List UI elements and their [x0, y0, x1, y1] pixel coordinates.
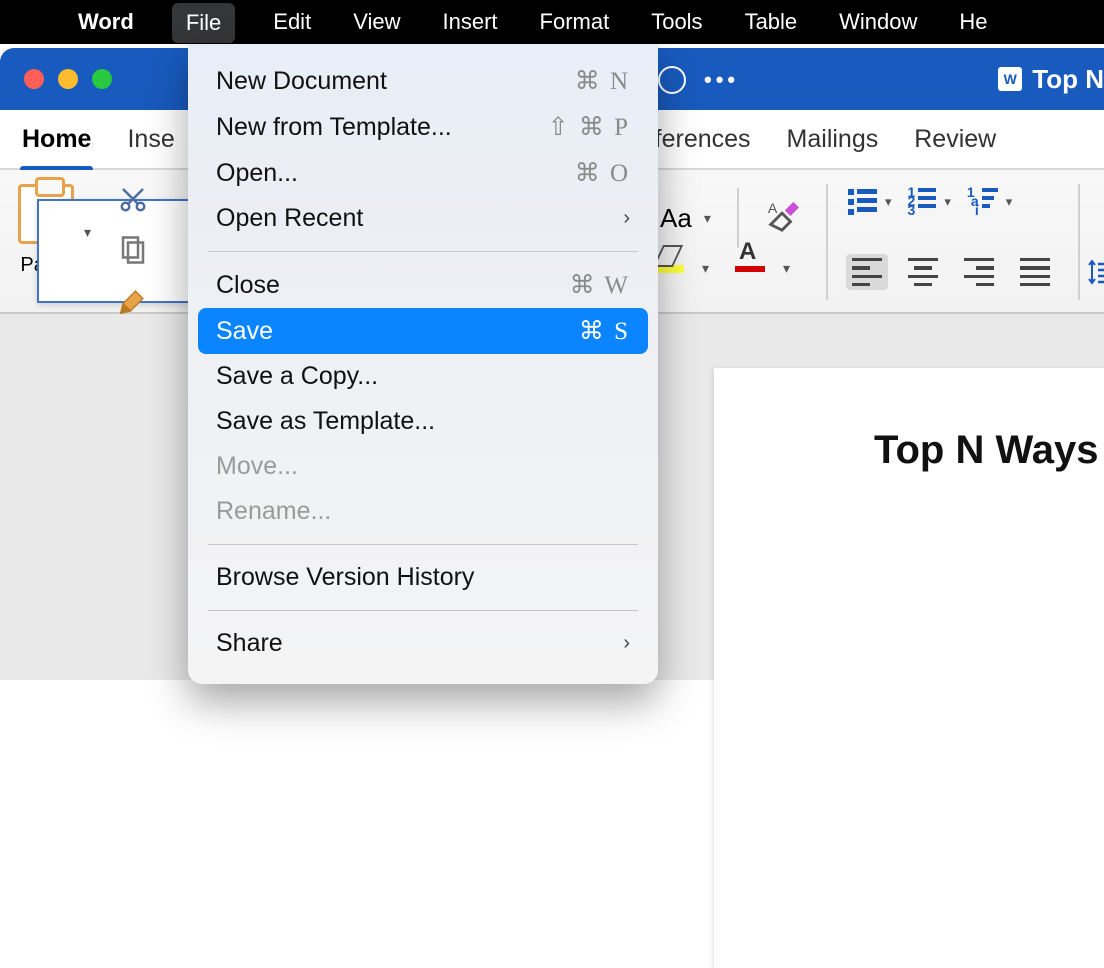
- menu-separator: [208, 251, 638, 252]
- tab-home[interactable]: Home: [22, 125, 91, 154]
- menu-item-save[interactable]: Save ⌘ S: [198, 308, 648, 354]
- svg-text:A: A: [768, 201, 778, 217]
- copy-icon[interactable]: [118, 235, 148, 270]
- paste-button[interactable]: ▾ Paste: [18, 184, 74, 277]
- menu-item-open-recent[interactable]: Open Recent ›: [188, 196, 658, 241]
- window-controls: [24, 69, 112, 89]
- tab-review[interactable]: Review: [914, 125, 996, 154]
- word-file-icon: W: [998, 67, 1022, 91]
- menu-item-move: Move...: [188, 444, 658, 489]
- line-spacing-button[interactable]: [1088, 258, 1104, 291]
- more-options-icon[interactable]: •••: [704, 67, 739, 93]
- chevron-down-icon[interactable]: ▾: [1006, 194, 1013, 210]
- numbered-list-button[interactable]: 123: [908, 188, 937, 215]
- menu-item-save-as-template[interactable]: Save as Template...: [188, 399, 658, 444]
- align-center-button[interactable]: [902, 254, 944, 290]
- menu-help-partial[interactable]: He: [955, 0, 991, 44]
- menu-item-save-a-copy[interactable]: Save a Copy...: [188, 354, 658, 399]
- minimize-window-button[interactable]: [58, 69, 78, 89]
- menu-table[interactable]: Table: [741, 0, 802, 44]
- separator: [826, 184, 828, 300]
- menu-format[interactable]: Format: [536, 0, 614, 44]
- autosave-icon[interactable]: [658, 66, 686, 94]
- cut-icon[interactable]: [118, 184, 148, 219]
- separator: [1078, 184, 1080, 300]
- maximize-window-button[interactable]: [92, 69, 112, 89]
- menu-item-rename: Rename...: [188, 489, 658, 534]
- file-menu-dropdown: New Document ⌘ N New from Template... ⇧ …: [188, 44, 658, 684]
- clipboard-icon: [18, 184, 74, 244]
- macos-menubar: Word File Edit View Insert Format Tools …: [0, 0, 1104, 44]
- chevron-down-icon[interactable]: ▾: [944, 194, 951, 210]
- menu-item-close[interactable]: Close ⌘ W: [188, 262, 658, 308]
- document-heading: Top N Ways to Fix: [874, 428, 1104, 473]
- chevron-right-icon: ›: [623, 632, 630, 655]
- close-window-button[interactable]: [24, 69, 44, 89]
- chevron-right-icon: ›: [623, 207, 630, 230]
- tab-mailings[interactable]: Mailings: [787, 125, 879, 154]
- menu-insert[interactable]: Insert: [438, 0, 501, 44]
- menu-separator: [208, 544, 638, 545]
- highlight-color-button[interactable]: [654, 265, 684, 273]
- menu-tools[interactable]: Tools: [647, 0, 706, 44]
- font-color-button[interactable]: [735, 266, 765, 272]
- chevron-down-icon[interactable]: ▾: [702, 260, 709, 277]
- menu-view[interactable]: View: [349, 0, 404, 44]
- clear-formatting-icon[interactable]: A: [765, 199, 799, 238]
- bullet-list-button[interactable]: [848, 189, 877, 215]
- menu-item-new-from-template[interactable]: New from Template... ⇧ ⌘ P: [188, 104, 658, 150]
- menu-file[interactable]: File: [172, 3, 235, 43]
- menu-item-new-document[interactable]: New Document ⌘ N: [188, 58, 658, 104]
- document-title: Top N: [1032, 64, 1104, 95]
- tab-insert-partial[interactable]: Inse: [127, 125, 174, 154]
- chevron-down-icon[interactable]: ▾: [885, 194, 892, 210]
- menu-window[interactable]: Window: [835, 0, 921, 44]
- menu-edit[interactable]: Edit: [269, 0, 315, 44]
- app-name[interactable]: Word: [74, 0, 138, 44]
- menu-item-share[interactable]: Share ›: [188, 621, 658, 666]
- chevron-down-icon[interactable]: ▾: [783, 260, 790, 277]
- menu-separator: [208, 610, 638, 611]
- chevron-down-icon[interactable]: ▾: [84, 224, 91, 241]
- chevron-down-icon[interactable]: ▾: [704, 210, 711, 227]
- multilevel-list-button[interactable]: 1ai: [967, 188, 998, 215]
- align-justify-button[interactable]: [1014, 254, 1056, 290]
- document-page[interactable]: Top N Ways to Fix: [714, 368, 1104, 968]
- menu-item-browse-version-history[interactable]: Browse Version History: [188, 555, 658, 600]
- change-case-button[interactable]: Aa: [660, 203, 692, 234]
- align-right-button[interactable]: [958, 254, 1000, 290]
- menu-item-open[interactable]: Open... ⌘ O: [188, 150, 658, 196]
- align-left-button[interactable]: [846, 254, 888, 290]
